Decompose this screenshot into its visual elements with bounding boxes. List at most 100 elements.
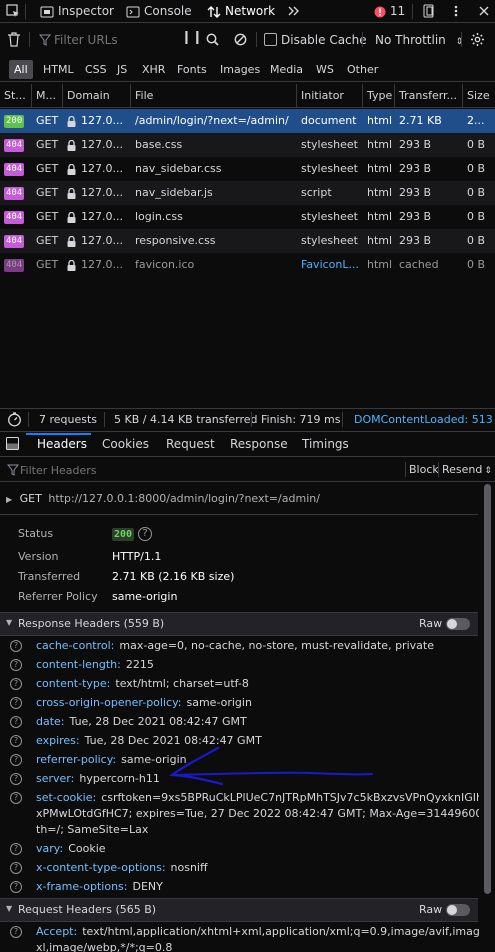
tab-response[interactable]: Response [230,433,288,456]
help-icon[interactable]: ? [10,862,22,874]
type-filter-images[interactable]: Images [215,60,265,79]
lock-icon [67,259,76,271]
type-filter-xhr[interactable]: XHR [137,60,170,79]
block-button[interactable]: Block [409,463,439,476]
tab-request[interactable]: Request [166,433,215,456]
type-filter-ws[interactable]: WS [311,60,339,79]
block-icon[interactable] [234,33,247,49]
help-icon[interactable]: ? [10,843,22,855]
pause-icon[interactable]: ❙❙ [181,30,203,45]
tab-inspector[interactable]: Inspector [40,0,114,22]
throttling-select[interactable]: No Throttlin ⇕ [375,33,463,47]
scrollbar-thumb[interactable] [484,484,491,894]
resend-button[interactable]: Resend ⇕ [442,463,492,476]
column-file[interactable]: File [131,84,297,108]
table-row[interactable]: 404 GET 127.0... responsive.css stylesheet ht… [0,229,495,253]
response-headers-section[interactable]: ▼ Response Headers (559 B) Raw [0,612,478,636]
request-headers-section[interactable]: ▼ Request Headers (565 B) Raw [0,898,478,922]
type-filter-media[interactable]: Media [265,60,308,79]
size-text: 0 B [467,234,486,247]
table-row[interactable]: 404 GET 127.0... favicon.ico FaviconL... html… [0,253,495,277]
column-method[interactable]: M... [32,84,63,108]
gear-icon[interactable] [470,32,485,50]
size-cell: 0 B [463,133,495,157]
table-row[interactable]: 404 GET 127.0... login.css stylesheet html 293… [0,205,495,229]
search-icon[interactable] [206,33,219,49]
filter-urls-input[interactable] [54,30,164,50]
column-domain[interactable]: Domain [63,84,131,108]
help-icon[interactable]: ? [10,716,22,728]
initiator-text: script [301,186,332,199]
transferred-text: 293 B [399,210,432,223]
method-cell: GET [32,133,63,157]
header-name: server: [36,772,75,785]
header-row[interactable]: date: Tue, 28 Dec 2021 08:42:47 GMT [36,714,247,729]
header-row[interactable]: content-type: text/html; charset=utf-8 [36,676,249,691]
help-icon[interactable]: ? [10,773,22,785]
column-size[interactable]: Size [463,84,495,108]
raw-toggle[interactable] [446,618,470,630]
performance-icon[interactable] [7,412,22,430]
header-row[interactable]: content-length: 2215 [36,657,154,672]
method-cell: GET [32,181,63,205]
table-row[interactable]: 404 GET 127.0... nav_sidebar.css stylesheet h… [0,157,495,181]
help-icon[interactable]: ? [10,640,22,652]
type-filter-other[interactable]: Other [342,60,383,79]
header-name: x-content-type-options: [36,861,166,874]
close-icon[interactable] [478,0,490,22]
type-text: html [367,186,393,199]
header-row[interactable]: x-content-type-options: nosniff [36,860,208,875]
method-text: GET [36,114,59,127]
column-status[interactable]: St... [0,84,32,108]
error-count[interactable]: 11 [374,0,405,22]
header-row[interactable]: cache-control: max-age=0, no-cache, no-st… [36,638,434,653]
header-row[interactable]: cross-origin-opener-policy: same-origin [36,695,252,710]
help-icon[interactable]: ? [138,527,152,541]
pick-element-icon[interactable] [6,0,20,22]
close-panel-icon[interactable] [6,437,19,453]
file-cell: favicon.ico [131,253,297,277]
header-row[interactable]: Accept: text/html,application/xhtml+xml,a… [36,924,493,939]
expand-triangle-icon: ▶ [6,495,13,504]
help-icon[interactable]: ? [10,881,22,893]
column-type[interactable]: Type [363,84,395,108]
header-row[interactable]: x-frame-options: DENY [36,879,163,894]
header-row[interactable]: vary: Cookie [36,841,106,856]
type-filter-js[interactable]: JS [112,60,132,79]
column-initiator[interactable]: Initiator [297,84,363,108]
help-icon[interactable]: ? [10,678,22,690]
tab-network[interactable]: Network [207,0,275,22]
type-filter-css[interactable]: CSS [80,60,112,79]
help-icon[interactable]: ? [10,926,22,938]
header-row[interactable]: set-cookie: csrftoken=9xs5BPRuCkLPlUeC7nJ… [36,790,494,805]
help-icon[interactable]: ? [10,697,22,709]
status-value-badge: 200 [112,527,135,541]
toolbar-separator [256,32,257,47]
table-row[interactable]: 404 GET 127.0... nav_sidebar.js script html 29… [0,181,495,205]
column-transferred[interactable]: Transferr... [395,84,463,108]
tab-timings[interactable]: Timings [302,433,349,456]
help-icon[interactable]: ? [10,659,22,671]
trash-icon[interactable] [7,32,21,50]
table-row[interactable]: 200 GET 127.0... /admin/login/?next=/admin/… [0,109,495,133]
dock-icon[interactable] [422,0,436,22]
type-filter-html[interactable]: HTML [38,60,79,79]
help-icon[interactable]: ? [10,735,22,747]
disable-cache-checkbox[interactable] [264,33,277,46]
filter-headers-input[interactable] [20,460,220,480]
options-menu-icon[interactable] [449,0,463,22]
help-icon[interactable]: ? [10,792,22,804]
type-filter-fonts[interactable]: Fonts [172,60,212,79]
more-tools-icon[interactable] [287,0,301,22]
request-line[interactable]: ▶ GET http://127.0.0.1:8000/admin/login/… [0,488,478,510]
table-row[interactable]: 404 GET 127.0... base.css stylesheet html 293 … [0,133,495,157]
header-row[interactable]: server: hypercorn-h11 [36,771,160,786]
type-filter-all[interactable]: All [9,60,33,79]
header-name: content-length: [36,658,121,671]
help-icon[interactable]: ? [10,754,22,766]
raw-toggle[interactable] [446,904,470,916]
tab-headers[interactable]: Headers [37,433,87,456]
headers-scrollbar[interactable] [479,482,495,952]
tab-cookies[interactable]: Cookies [102,433,149,456]
tab-console[interactable]: Console [126,0,192,22]
